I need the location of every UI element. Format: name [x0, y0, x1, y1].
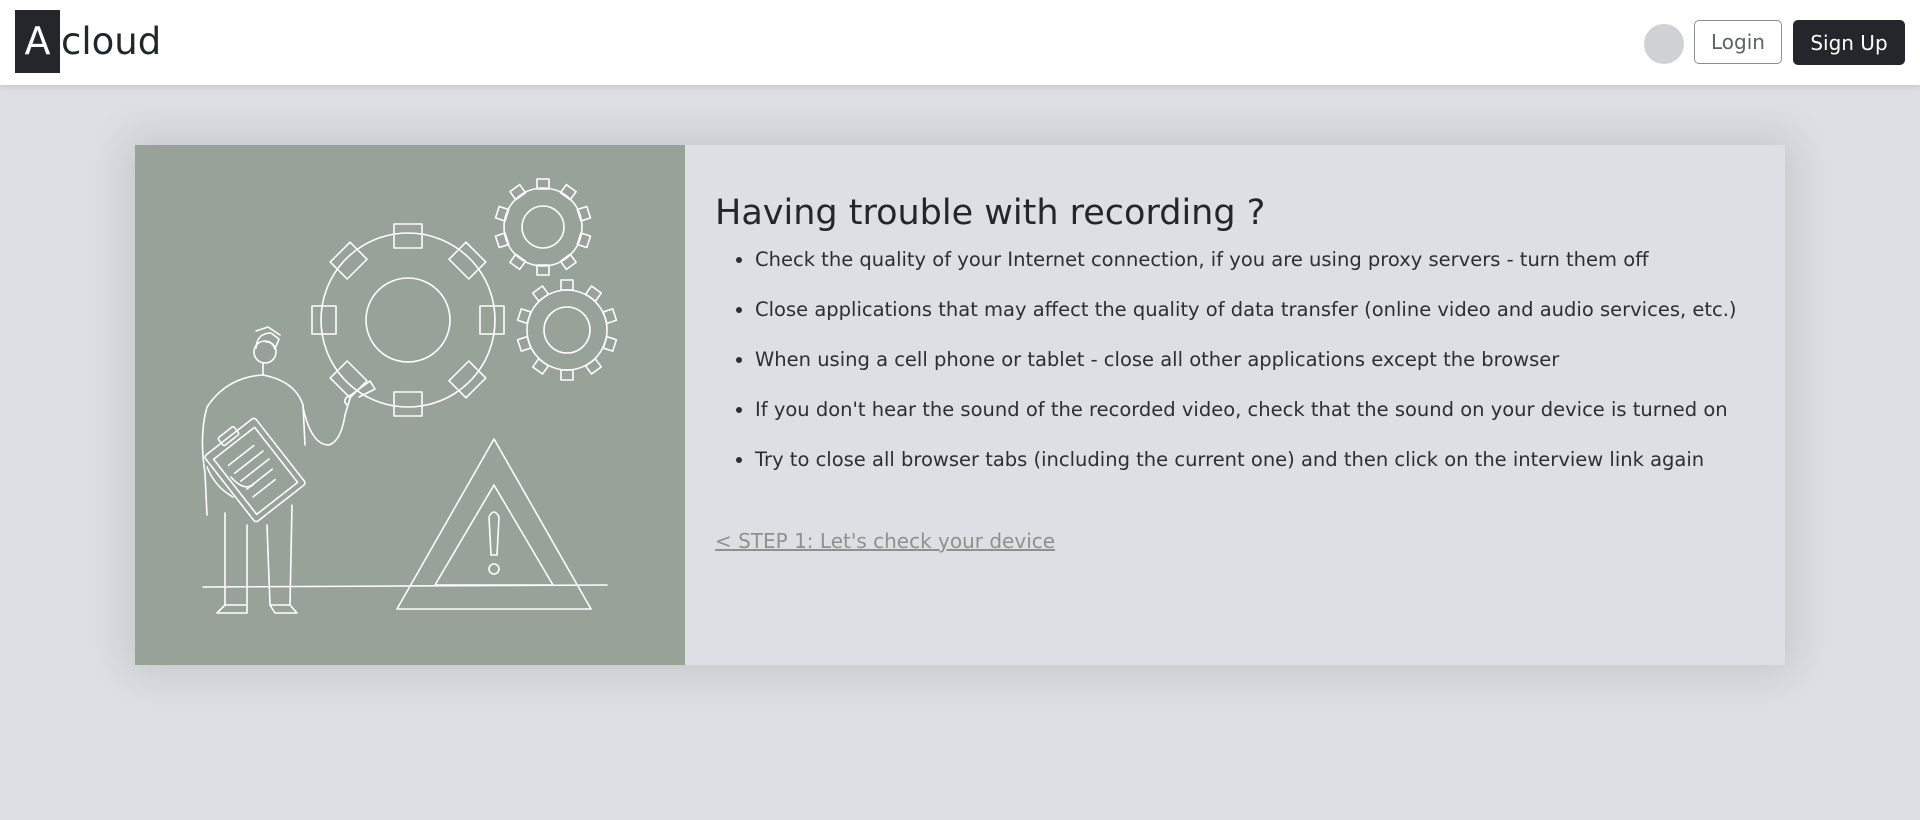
illustration-panel: [135, 145, 685, 665]
list-item: Close applications that may affect the q…: [755, 297, 1785, 323]
tips-list: Check the quality of your Internet conne…: [715, 247, 1785, 473]
help-content: Having trouble with recording ? Check th…: [685, 145, 1785, 665]
mechanic-person-icon: [201, 326, 376, 614]
back-to-step-1-link[interactable]: < STEP 1: Let's check your device: [715, 529, 1055, 553]
list-item: If you don't hear the sound of the recor…: [755, 397, 1785, 423]
page-title: Having trouble with recording ?: [715, 193, 1266, 233]
list-item: When using a cell phone or tablet - clos…: [755, 347, 1785, 373]
signup-button[interactable]: Sign Up: [1793, 20, 1905, 65]
top-navbar: A cloud Login Sign Up: [0, 0, 1920, 85]
list-item: Check the quality of your Internet conne…: [755, 247, 1785, 273]
large-gear-icon: [311, 223, 505, 417]
list-item: Try to close all browser tabs (including…: [755, 447, 1785, 473]
logo-text: cloud: [61, 20, 162, 63]
language-switch-button[interactable]: [1644, 24, 1684, 64]
troubleshooting-card: Having trouble with recording ? Check th…: [135, 145, 1785, 665]
warning-triangle-icon: [396, 438, 592, 610]
mechanic-gears-warning-illustration: [201, 178, 618, 614]
logo[interactable]: A cloud: [15, 10, 161, 73]
login-button[interactable]: Login: [1694, 20, 1782, 64]
medium-gear-icon: [516, 279, 618, 381]
logo-letter: A: [15, 10, 60, 73]
small-gear-icon: [494, 178, 592, 276]
